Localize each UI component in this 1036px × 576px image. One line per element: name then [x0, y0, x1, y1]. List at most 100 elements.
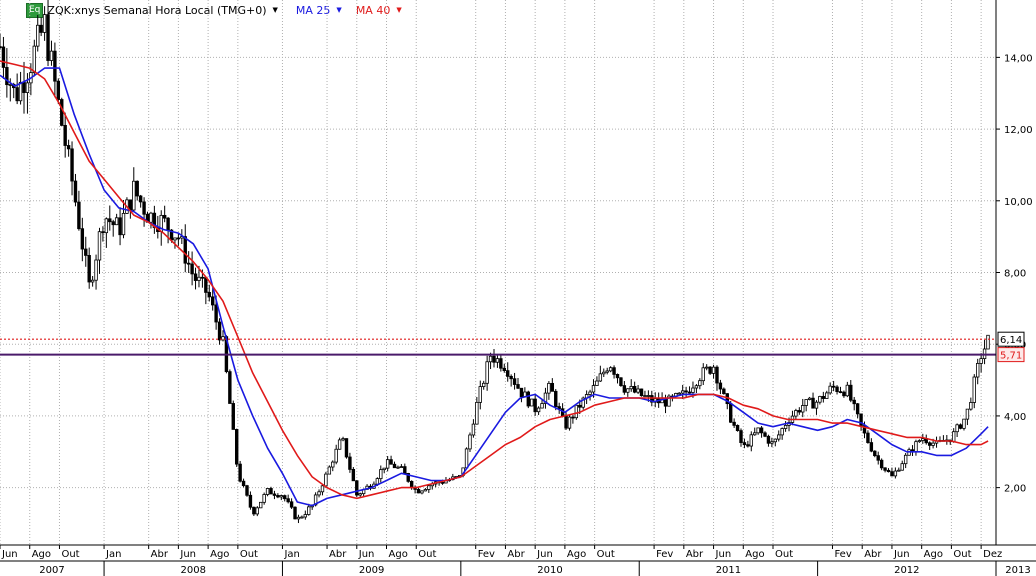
x-tick-label: Jun [715, 549, 732, 560]
candle-body [969, 402, 973, 410]
candle [495, 355, 500, 368]
candle-body [564, 415, 568, 429]
candle-body [777, 434, 781, 440]
candle [399, 464, 404, 469]
candle-body [516, 384, 520, 389]
x-tick-label: Dez [983, 549, 1002, 560]
candle [416, 487, 421, 494]
candle [471, 419, 476, 438]
candle [420, 490, 424, 495]
candle [955, 423, 959, 438]
candle-body [756, 427, 760, 434]
candle [348, 452, 352, 473]
candle [499, 354, 503, 372]
candle-body [355, 480, 359, 496]
candle [869, 438, 874, 453]
candle-body [108, 218, 112, 223]
candle-body [80, 228, 85, 250]
candle [753, 427, 757, 436]
candle [917, 439, 922, 443]
candle [763, 431, 767, 438]
y-tick-label: 2,00 [1004, 484, 1026, 495]
x-tick-label: Abr [329, 549, 347, 560]
candle-body [753, 432, 757, 436]
candle [152, 205, 157, 234]
candle-body [84, 248, 88, 256]
candle-body [951, 431, 956, 443]
candle [506, 362, 510, 382]
candle-body [746, 444, 750, 447]
candle [530, 398, 534, 407]
candle [289, 498, 294, 509]
candle [66, 139, 71, 157]
candle-body [190, 263, 194, 275]
candle-body [138, 195, 143, 203]
candle [80, 217, 85, 262]
candle-body [825, 392, 829, 399]
candle-body [0, 46, 2, 49]
candle-body [540, 403, 544, 409]
candle-body [279, 495, 284, 498]
candle-body [814, 401, 819, 409]
candle-body [427, 485, 431, 490]
candle-body [25, 82, 30, 93]
candle-body [866, 432, 870, 443]
candle [595, 376, 599, 386]
x-tick-label: Out [61, 549, 79, 560]
candle [84, 236, 88, 267]
candle-body [351, 468, 356, 482]
candle [893, 467, 898, 479]
x-tick-label: Ago [567, 549, 586, 560]
candle-body [732, 421, 736, 426]
candle [667, 394, 671, 407]
candle-body [914, 441, 918, 453]
candle [385, 455, 390, 472]
candle-body [759, 427, 764, 434]
candle-body [348, 456, 352, 470]
candle-body [193, 273, 198, 281]
candle-body [255, 507, 259, 515]
candle-body [718, 382, 723, 390]
candle-body [269, 488, 273, 495]
price-chart[interactable]: 2,004,006,008,0010,0012,0014,005,716,14J… [0, 0, 1036, 576]
candle-body [958, 424, 963, 429]
candle-body [900, 463, 904, 471]
candle [252, 506, 256, 517]
candle [818, 395, 822, 405]
candle-body [53, 50, 57, 82]
x-tick-label: Out [240, 549, 258, 560]
candle-body [259, 501, 263, 509]
candle [739, 428, 743, 447]
candle [643, 390, 647, 398]
value-tag-label: 6,14 [1000, 335, 1022, 346]
candle [331, 460, 335, 472]
candle [773, 438, 778, 447]
candle [801, 398, 805, 418]
candle [73, 173, 78, 207]
candle [512, 372, 517, 390]
candle-body [629, 386, 633, 390]
candle-body [612, 367, 616, 375]
candle [698, 378, 702, 390]
candle-body [392, 463, 397, 469]
candle-body [344, 438, 349, 458]
candle-body [104, 218, 109, 234]
candle [890, 467, 894, 477]
x-tick-label: Fev [478, 549, 495, 560]
candle-body [60, 99, 64, 126]
candle [18, 71, 23, 105]
candle [207, 284, 211, 302]
candle-body [533, 398, 537, 413]
candle-body [801, 405, 805, 413]
candle-body [530, 398, 534, 407]
candle [502, 363, 506, 373]
candle [619, 377, 623, 387]
candle [550, 378, 555, 392]
candle-body [121, 212, 126, 236]
candle-body [176, 237, 181, 240]
candle-body [492, 355, 496, 363]
candle [780, 427, 784, 440]
candle [5, 48, 9, 98]
candle [63, 112, 67, 158]
candle-body [245, 485, 249, 496]
